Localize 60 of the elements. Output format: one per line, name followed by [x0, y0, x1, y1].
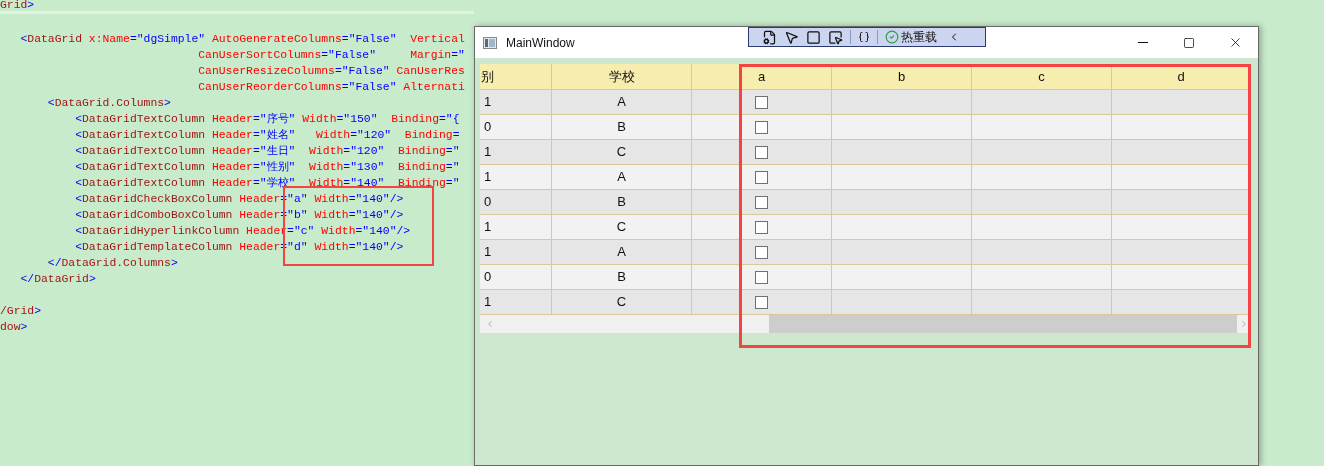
file-gear-icon[interactable] — [762, 29, 777, 45]
scrollbar-thumb[interactable] — [769, 315, 1237, 333]
code-line: Grid> — [0, 0, 35, 11]
table-cell: 1 — [480, 165, 552, 189]
braces-icon[interactable] — [858, 31, 870, 43]
table-cell: B — [552, 190, 692, 214]
table-cell: A — [552, 165, 692, 189]
checkbox[interactable] — [755, 220, 768, 234]
checkbox[interactable] — [755, 245, 768, 259]
code-line: CanUserResizeColumns="False" CanUserRes — [197, 64, 465, 79]
table-cell: B — [552, 115, 692, 139]
table-cell: 1 — [480, 90, 552, 114]
column-header: a — [692, 64, 832, 89]
code-line: <DataGrid.Columns> — [46, 96, 171, 111]
checkbox[interactable] — [755, 295, 768, 309]
table-cell: 0 — [480, 265, 552, 289]
check-circle-icon — [885, 30, 899, 44]
code-line: <DataGridTextColumn Header="序号" Width="150" Binding="{ — [74, 112, 460, 127]
checkbox[interactable] — [755, 120, 768, 134]
column-header: 别 — [480, 64, 552, 89]
table-cell: A — [552, 90, 692, 114]
code-line: dow> — [0, 320, 28, 335]
maximize-icon — [1183, 36, 1195, 49]
scroll-right-icon[interactable] — [1239, 319, 1249, 329]
checkbox[interactable] — [755, 170, 768, 184]
window-icon — [483, 36, 497, 49]
window-title: MainWindow — [506, 34, 575, 52]
code-line: CanUserReorderColumns="False" Alternati — [197, 80, 465, 95]
table-cell: C — [552, 140, 692, 164]
column-header: d — [1176, 67, 1186, 86]
column-header: c — [972, 64, 1112, 89]
checkbox[interactable] — [755, 195, 768, 209]
hot-reload-button[interactable]: 热重载 — [885, 28, 937, 46]
table-cell: B — [552, 265, 692, 289]
square-icon[interactable] — [806, 29, 821, 45]
code-line: </DataGrid.Columns> — [46, 256, 178, 271]
table-cell: 1 — [480, 215, 552, 239]
table-cell: C — [552, 290, 692, 314]
code-line: </DataGrid> — [19, 272, 96, 287]
table-cell: C — [552, 215, 692, 239]
table-cell: 1 — [480, 140, 552, 164]
code-line: <DataGridTextColumn Header="姓名" Width="120" Binding= — [74, 128, 460, 143]
square-pointer-icon[interactable] — [828, 29, 843, 45]
checkbox[interactable] — [755, 270, 768, 284]
code-line: <DataGrid x:Name="dgSimple" AutoGenerateColumns="False" Vertical — [19, 32, 465, 47]
code-line: CanUserSortColumns="False" Margin=" — [197, 48, 465, 63]
table-cell: 0 — [480, 190, 552, 214]
code-line: <DataGridTextColumn Header="性别" Width="130" Binding=" — [74, 160, 460, 175]
table-cell: 1 — [480, 290, 552, 314]
checkbox[interactable] — [755, 145, 768, 159]
table-cell: A — [552, 240, 692, 264]
table-cell: 0 — [480, 115, 552, 139]
pointer-icon[interactable] — [784, 29, 799, 45]
column-header: b — [832, 64, 972, 89]
checkbox[interactable] — [755, 95, 768, 109]
table-cell: 1 — [480, 240, 552, 264]
minimize-icon — [1138, 42, 1148, 43]
code-line: /Grid> — [0, 304, 42, 319]
code-line: <DataGridTextColumn Header="生日" Width="120" Binding=" — [74, 144, 460, 159]
column-header: 学校 — [552, 64, 692, 89]
